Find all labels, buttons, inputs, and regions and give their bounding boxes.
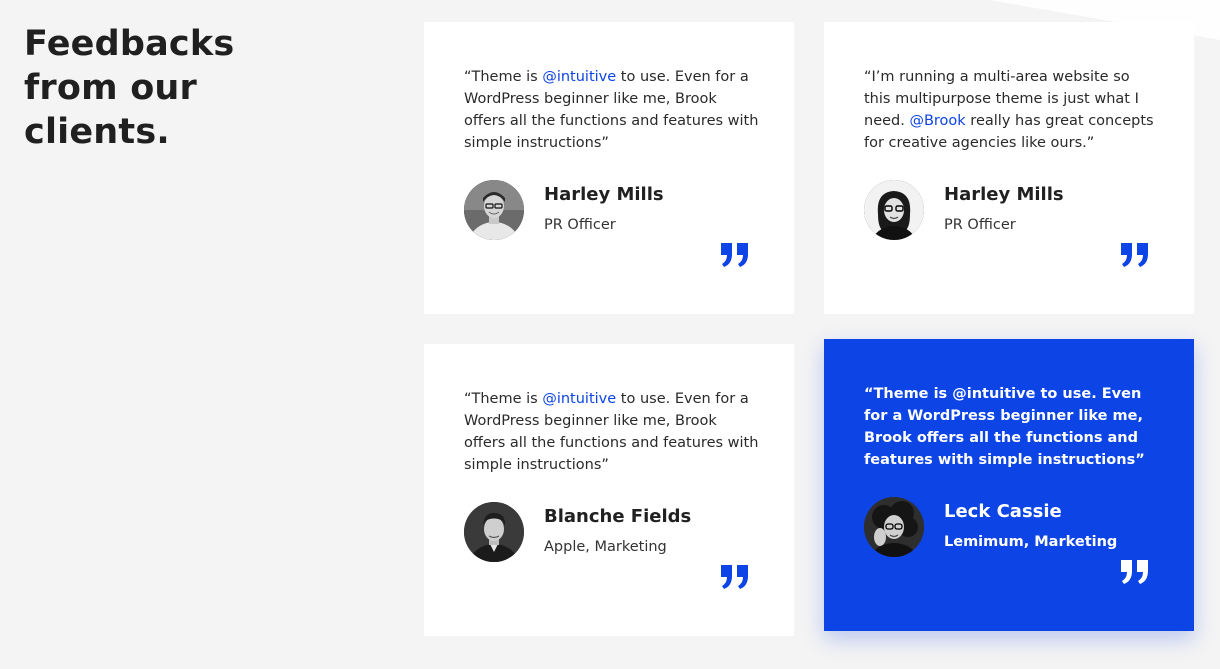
closing-quote-icon — [1121, 243, 1148, 267]
avatar — [864, 497, 924, 557]
quote-text: “Theme is — [464, 391, 543, 407]
author-role: Apple, Marketing — [544, 539, 667, 555]
author-name: Harley Mills — [544, 184, 664, 205]
author-role: PR Officer — [544, 217, 616, 233]
avatar — [464, 502, 524, 562]
testimonial-quote: “Theme is @intuitive to use. Even for a … — [464, 66, 759, 154]
author-name: Blanche Fields — [544, 506, 692, 527]
quote-text: “Theme is — [464, 69, 543, 85]
author-name: Leck Cassie — [944, 501, 1062, 522]
testimonial-quote: “Theme is @intuitive to use. Even for a … — [864, 383, 1159, 471]
heading-line: Feedbacks — [24, 24, 235, 64]
quote-text: “Theme is — [864, 386, 953, 402]
mention-link[interactable]: @Brook — [909, 113, 965, 129]
testimonial-card-highlighted: “Theme is @intuitive to use. Even for a … — [824, 339, 1194, 631]
mention-link[interactable]: @intuitive — [542, 69, 616, 85]
testimonial-author: Harley Mills PR Officer — [464, 180, 664, 240]
heading-line: clients. — [24, 112, 170, 152]
avatar — [864, 180, 924, 240]
testimonial-card: “Theme is @intuitive to use. Even for a … — [424, 22, 794, 314]
author-role: Lemimum, Marketing — [944, 534, 1118, 550]
testimonial-quote: “I’m running a multi-area website so thi… — [864, 66, 1159, 154]
heading-line: from our — [24, 68, 198, 108]
section-heading: Feedbacks from our clients. — [24, 22, 234, 154]
mention-link[interactable]: @intuitive — [542, 391, 616, 407]
testimonial-card: “Theme is @intuitive to use. Even for a … — [424, 344, 794, 636]
mention-link[interactable]: @intuitive — [952, 386, 1035, 402]
closing-quote-icon — [721, 565, 748, 589]
author-role: PR Officer — [944, 217, 1016, 233]
testimonial-card: “I’m running a multi-area website so thi… — [824, 22, 1194, 314]
avatar — [464, 180, 524, 240]
closing-quote-icon — [1121, 560, 1148, 584]
testimonial-author: Harley Mills PR Officer — [864, 180, 1064, 240]
testimonial-author: Blanche Fields Apple, Marketing — [464, 502, 691, 562]
closing-quote-icon — [721, 243, 748, 267]
testimonial-author: Leck Cassie Lemimum, Marketing — [864, 497, 1117, 557]
author-name: Harley Mills — [944, 184, 1064, 205]
testimonial-quote: “Theme is @intuitive to use. Even for a … — [464, 388, 759, 476]
